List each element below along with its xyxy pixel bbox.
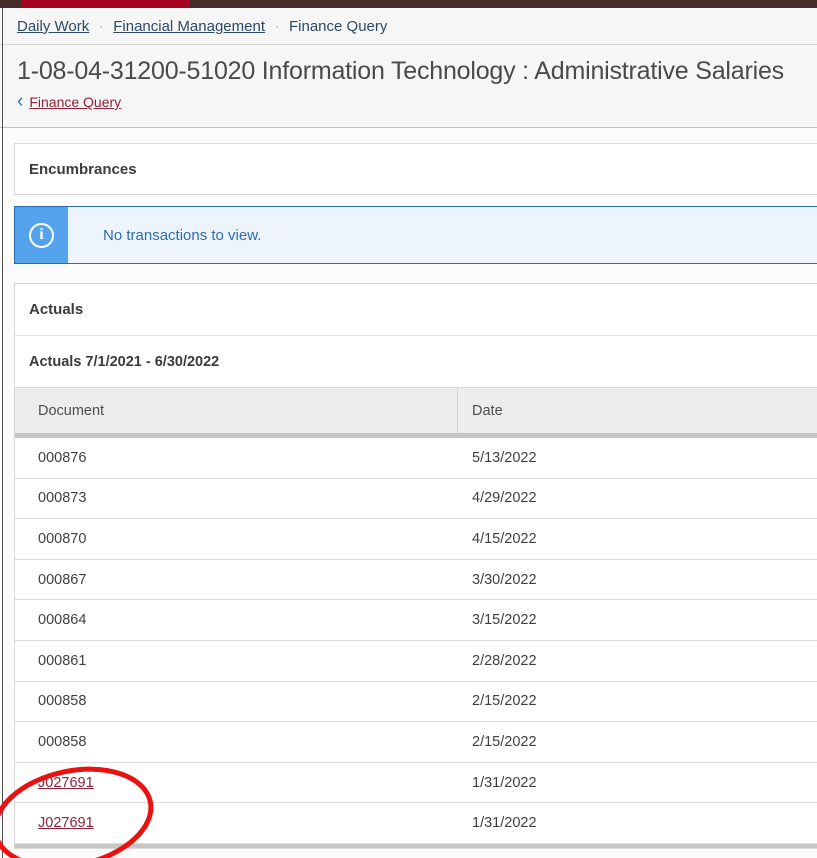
table-row: 000876 5/13/2022 [15,438,817,479]
document-cell: J027691 [15,775,458,791]
date-value: 2/15/2022 [458,693,817,709]
table-row: 000858 2/15/2022 [15,682,817,723]
info-icon: i [29,223,54,248]
document-cell: J027691 [15,815,458,831]
document-cell: 000873 [15,490,458,506]
info-alert: i No transactions to view. [14,206,817,264]
date-value: 4/15/2022 [458,531,817,547]
document-value: 000861 [38,653,86,669]
table-row: 000870 4/15/2022 [15,519,817,560]
chevron-left-icon: ‹ [17,96,23,108]
date-value: 1/31/2022 [458,775,817,791]
document-value: 000876 [38,450,86,466]
table-row: 000864 3/15/2022 [15,600,817,641]
document-link[interactable]: J027691 [38,815,94,831]
document-value: 000858 [38,734,86,750]
date-value: 5/13/2022 [458,450,817,466]
date-value: 3/15/2022 [458,612,817,628]
date-value: 2/28/2022 [458,653,817,669]
page-header: 1-08-04-31200-51020 Information Technolo… [0,45,817,128]
page-title: 1-08-04-31200-51020 Information Technolo… [17,57,817,86]
brand-top-bar [0,0,817,8]
table-header: Document Date [15,387,817,433]
document-value: 000873 [38,490,86,506]
info-icon-block: i [15,207,68,263]
encumbrances-card: Encumbrances [14,143,817,195]
document-value: 000858 [38,693,86,709]
breadcrumb-item-financial-management[interactable]: Financial Management [113,18,265,35]
column-header-document: Document [15,388,458,433]
document-link[interactable]: J027691 [38,775,94,791]
actuals-subheading: Actuals 7/1/2021 - 6/30/2022 [15,336,817,387]
actuals-heading-row: Actuals [15,284,817,336]
horizontal-scrollbar-bottom[interactable] [15,844,817,848]
date-value: 1/31/2022 [458,815,817,831]
actuals-heading: Actuals [29,301,83,318]
alert-message: No transactions to view. [103,227,261,244]
breadcrumb: Daily Work · Financial Management · Finance … [0,8,817,45]
document-cell: 000861 [15,653,458,669]
document-cell: 000867 [15,572,458,588]
table-row: 000858 2/15/2022 [15,722,817,763]
actuals-card: Actuals Actuals 7/1/2021 - 6/30/2022 Doc… [14,283,817,849]
date-value: 2/15/2022 [458,734,817,750]
document-cell: 000858 [15,693,458,709]
breadcrumb-item-daily-work[interactable]: Daily Work [17,18,89,35]
document-value: 000867 [38,572,86,588]
date-value: 3/30/2022 [458,572,817,588]
date-value: 4/29/2022 [458,490,817,506]
breadcrumb-separator: · [99,20,103,32]
document-value: 000864 [38,612,86,628]
table-row: J027691 1/31/2022 [15,803,817,844]
column-header-date: Date [458,388,817,433]
breadcrumb-item-finance-query: Finance Query [289,18,387,35]
back-link-label: Finance Query [29,94,121,110]
main-content: Encumbrances i No transactions to view. … [0,128,817,858]
window-left-border [2,8,3,858]
encumbrances-heading: Encumbrances [29,161,137,178]
document-cell: 000876 [15,450,458,466]
brand-accent-segment [21,0,190,8]
document-cell: 000864 [15,612,458,628]
table-row: 000861 2/28/2022 [15,641,817,682]
document-value: 000870 [38,531,86,547]
table-row: J027691 1/31/2022 [15,763,817,804]
table-row: 000873 4/29/2022 [15,479,817,520]
table-body: 000876 5/13/2022 000873 4/29/2022 000870 4/15… [15,438,817,844]
back-link[interactable]: ‹ Finance Query [17,94,121,110]
table-row: 000867 3/30/2022 [15,560,817,601]
breadcrumb-separator: · [275,20,279,32]
document-cell: 000870 [15,531,458,547]
document-cell: 000858 [15,734,458,750]
